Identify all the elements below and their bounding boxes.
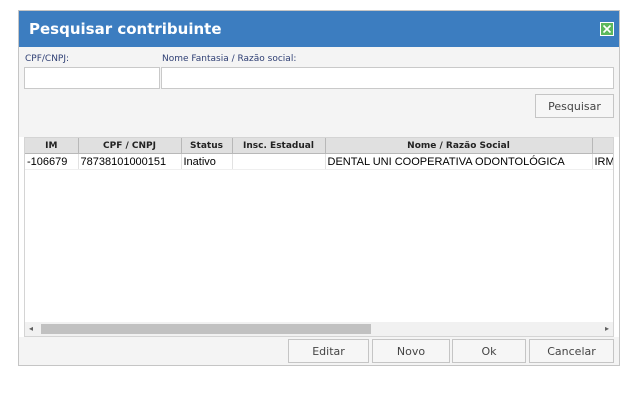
- close-button[interactable]: [600, 22, 614, 36]
- results-table: IM CPF / CNPJ Status Insc. Estadual Nome…: [25, 138, 613, 170]
- action-bar: Editar Novo Ok Cancelar: [19, 337, 619, 365]
- new-button[interactable]: Novo: [372, 339, 450, 363]
- cell-im: -106679: [25, 153, 79, 170]
- results-grid: IM CPF / CNPJ Status Insc. Estadual Nome…: [24, 137, 614, 337]
- scroll-left-arrow-icon[interactable]: ◂: [29, 325, 33, 333]
- cell-extra: IRM: [592, 153, 613, 170]
- column-header-insc-estadual[interactable]: Insc. Estadual: [232, 138, 326, 154]
- nome-razao-input[interactable]: [161, 67, 614, 89]
- dialog-title: Pesquisar contribuinte: [29, 20, 222, 38]
- scroll-right-arrow-icon[interactable]: ▸: [605, 325, 609, 333]
- cell-cpf-cnpj: 78738101000151: [78, 153, 182, 170]
- search-button[interactable]: Pesquisar: [535, 94, 614, 118]
- cpf-cnpj-label: CPF/CNPJ:: [25, 54, 70, 64]
- cancel-button[interactable]: Cancelar: [529, 339, 614, 363]
- table-header-row: IM CPF / CNPJ Status Insc. Estadual Nome…: [25, 138, 613, 154]
- cell-insc-estadual: [232, 153, 326, 170]
- horizontal-scrollbar[interactable]: ◂ ▸: [25, 322, 613, 336]
- close-icon: [602, 24, 612, 34]
- ok-button[interactable]: Ok: [452, 339, 526, 363]
- column-header-status[interactable]: Status: [181, 138, 233, 154]
- column-header-cpf-cnpj[interactable]: CPF / CNPJ: [78, 138, 182, 154]
- edit-button[interactable]: Editar: [288, 339, 369, 363]
- dialog-titlebar: Pesquisar contribuinte: [19, 11, 619, 47]
- scrollbar-thumb[interactable]: [41, 324, 371, 334]
- column-header-extra[interactable]: [592, 138, 613, 154]
- nome-razao-label: Nome Fantasia / Razão social:: [162, 54, 297, 64]
- column-header-nome-razao[interactable]: Nome / Razão Social: [325, 138, 593, 154]
- cell-nome-razao: DENTAL UNI COOPERATIVA ODONTOLÓGICA: [325, 153, 593, 170]
- search-taxpayer-dialog: Pesquisar contribuinte CPF/CNPJ: Nome Fa…: [18, 10, 620, 366]
- table-row[interactable]: -106679 78738101000151 Inativo DENTAL UN…: [25, 153, 613, 170]
- cpf-cnpj-input[interactable]: [24, 67, 160, 89]
- column-header-im[interactable]: IM: [25, 138, 79, 154]
- filter-panel: CPF/CNPJ: Nome Fantasia / Razão social: …: [19, 47, 619, 137]
- cell-status: Inativo: [181, 153, 233, 170]
